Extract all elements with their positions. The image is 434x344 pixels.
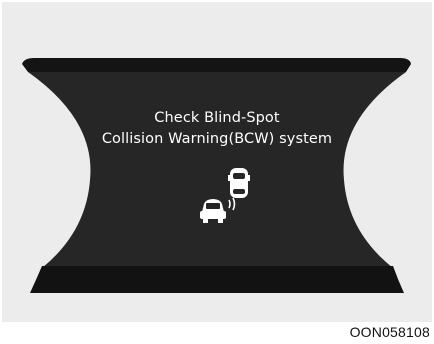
display-bottom-band [30, 266, 404, 293]
figure-code: OON058108 [349, 324, 430, 340]
display-top-band [22, 58, 411, 72]
warning-line-2: Collision Warning(BCW) system [101, 131, 333, 147]
display-body [28, 72, 406, 268]
warning-line-1: Check Blind-Spot [154, 110, 280, 126]
cluster-display [22, 58, 411, 293]
rear-car-icon [228, 168, 250, 198]
